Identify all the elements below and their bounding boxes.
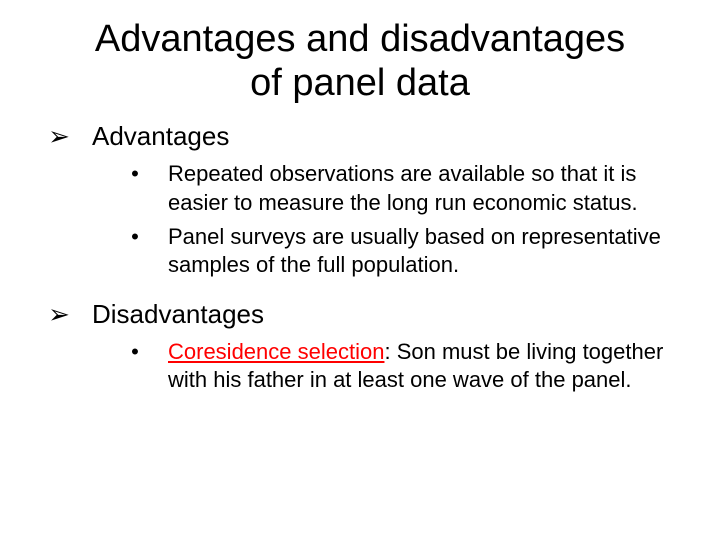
section-heading: Advantages bbox=[92, 121, 229, 151]
bullet-text: Panel surveys are usually based on repre… bbox=[168, 224, 661, 277]
list-item: • Panel surveys are usually based on rep… bbox=[120, 221, 676, 283]
section-disadvantages: ➢ Disadvantages bbox=[0, 291, 720, 334]
section-heading: Disadvantages bbox=[92, 299, 264, 329]
bullet-icon: • bbox=[120, 338, 150, 366]
disadvantages-bullets: • Coresidence selection: Son must be liv… bbox=[0, 334, 720, 406]
bullet-icon: • bbox=[120, 223, 150, 251]
slide-title: Advantages and disadvantages of panel da… bbox=[0, 0, 720, 113]
bullet-icon: • bbox=[120, 160, 150, 188]
arrow-icon: ➢ bbox=[46, 299, 72, 330]
bullet-text: Repeated observations are available so t… bbox=[168, 161, 638, 214]
title-line-1: Advantages and disadvantages bbox=[95, 18, 625, 60]
slide: Advantages and disadvantages of panel da… bbox=[0, 0, 720, 540]
list-item: • Repeated observations are available so… bbox=[120, 158, 676, 220]
advantages-bullets: • Repeated observations are available so… bbox=[0, 156, 720, 291]
title-line-2: of panel data bbox=[250, 62, 470, 104]
section-advantages: ➢ Advantages bbox=[0, 113, 720, 156]
bullet-text: Coresidence selection: Son must be livin… bbox=[168, 339, 663, 392]
arrow-icon: ➢ bbox=[46, 121, 72, 152]
list-item: • Coresidence selection: Son must be liv… bbox=[120, 336, 676, 398]
coresidence-term: Coresidence selection bbox=[168, 339, 384, 364]
